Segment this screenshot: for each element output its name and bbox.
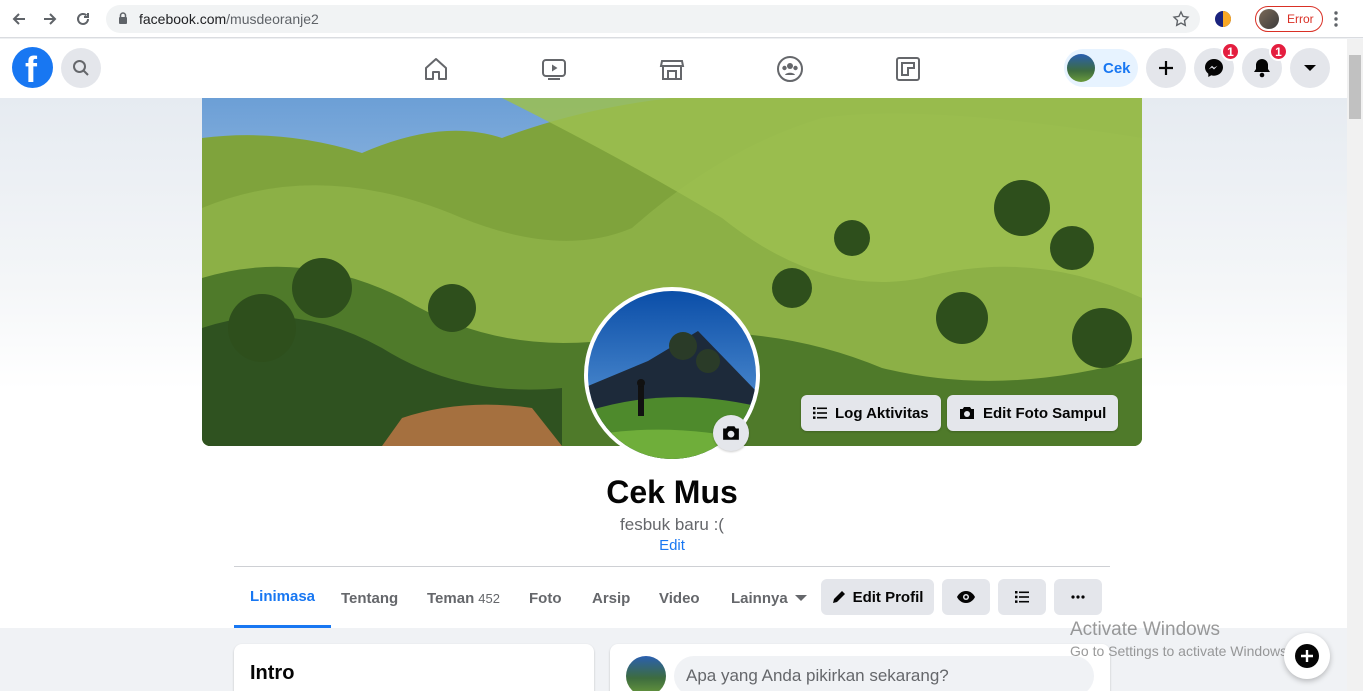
new-message-button[interactable] (1284, 633, 1330, 679)
eye-icon (957, 591, 975, 603)
account-menu-button[interactable] (1290, 48, 1330, 88)
edit-cover-label: Edit Foto Sampul (983, 404, 1107, 422)
profile-name: Cek Mus (606, 474, 738, 510)
edit-cover-button[interactable]: Edit Foto Sampul (947, 395, 1119, 431)
messenger-button[interactable]: 1 (1194, 42, 1240, 88)
edit-profile-label: Edit Profil (852, 588, 924, 606)
change-profile-picture-button[interactable] (713, 415, 749, 451)
tab-video[interactable]: Video (659, 568, 700, 628)
notifications-badge: 1 (1269, 42, 1288, 61)
tab-label: Lainnya (731, 589, 788, 607)
list-icon (1015, 591, 1029, 603)
reload-icon[interactable] (73, 9, 93, 29)
groups-icon[interactable] (776, 55, 804, 83)
ellipsis-icon (1071, 595, 1085, 599)
bookmark-star-icon[interactable] (1172, 10, 1190, 33)
home-icon[interactable] (422, 55, 450, 83)
activate-windows-title: Activate Windows (1070, 619, 1220, 640)
status-input[interactable]: Apa yang Anda pikirkan sekarang? (674, 656, 1094, 691)
post-composer: Apa yang Anda pikirkan sekarang? (610, 644, 1110, 691)
activity-log-button[interactable]: Log Aktivitas (801, 395, 941, 431)
url-domain: facebook.com (139, 11, 227, 27)
marketplace-icon[interactable] (658, 55, 686, 83)
activity-log-label: Log Aktivitas (835, 404, 929, 422)
browser-menu-icon[interactable] (1334, 10, 1338, 33)
bell-icon (1254, 59, 1270, 78)
more-options-button[interactable] (1054, 579, 1102, 615)
messenger-icon (1205, 59, 1223, 77)
notifications-button[interactable]: 1 (1242, 42, 1288, 88)
friends-count: 452 (478, 590, 500, 606)
address-bar[interactable]: facebook.com/musdeoranje2 (106, 5, 1200, 33)
facebook-top-nav: f Cek 1 1 (0, 39, 1347, 98)
tab-label: Linimasa (250, 588, 316, 605)
facebook-logo-icon[interactable]: f (12, 47, 53, 90)
url-path: /musdeoranje2 (226, 11, 319, 27)
new-message-icon (1295, 644, 1319, 668)
tab-friends[interactable]: Teman 452 (427, 568, 500, 628)
lock-icon (118, 12, 128, 30)
pencil-icon (832, 591, 845, 603)
tab-label: Tentang (341, 589, 399, 607)
tab-label: Video (659, 589, 700, 607)
tab-about[interactable]: Tentang (341, 568, 398, 628)
edit-bio-link[interactable]: Edit (0, 537, 1344, 554)
header-divider (234, 566, 1110, 567)
caret-down-icon (794, 595, 807, 601)
avatar (626, 656, 666, 691)
camera-icon (723, 426, 739, 440)
avatar (1067, 54, 1095, 82)
profile-shortcut[interactable]: Cek (1064, 49, 1138, 87)
profile-status-text: Error (1287, 12, 1314, 26)
forward-icon[interactable] (40, 9, 60, 29)
activity-log-list-button[interactable] (998, 579, 1046, 615)
page-scrollbar[interactable] (1347, 39, 1363, 691)
list-icon (813, 407, 827, 419)
create-button[interactable] (1146, 48, 1186, 88)
caret-down-icon (1304, 65, 1316, 71)
browser-profile-button[interactable]: Error (1255, 6, 1323, 32)
search-icon (73, 60, 89, 76)
camera-icon (960, 407, 974, 419)
tab-label: Teman (427, 589, 475, 607)
scrollbar-thumb[interactable] (1349, 55, 1361, 119)
intro-card: Intro (234, 644, 594, 691)
messenger-badge: 1 (1221, 42, 1240, 61)
profile-shortcut-name: Cek (1103, 59, 1131, 77)
extension-icon[interactable] (1213, 9, 1233, 29)
profile-bio: fesbuk baru :( (620, 515, 724, 534)
browser-toolbar: facebook.com/musdeoranje2 Error (0, 0, 1363, 38)
intro-title: Intro (250, 662, 295, 684)
gaming-icon[interactable] (894, 55, 922, 83)
url-text: facebook.com/musdeoranje2 (139, 11, 319, 27)
tab-more[interactable]: Lainnya (731, 568, 807, 628)
search-button[interactable] (61, 48, 101, 88)
watch-icon[interactable] (540, 55, 568, 83)
edit-profile-button[interactable]: Edit Profil (821, 579, 934, 615)
tab-label: Arsip (592, 589, 631, 607)
activate-windows-subtitle: Go to Settings to activate Windows. (1070, 643, 1291, 659)
browser-profile-avatar (1259, 9, 1279, 29)
view-as-button[interactable] (942, 579, 990, 615)
tab-archive[interactable]: Arsip (592, 568, 630, 628)
tab-timeline[interactable]: Linimasa (234, 568, 332, 628)
back-icon[interactable] (9, 9, 29, 29)
plus-icon (1159, 61, 1173, 75)
tab-photos[interactable]: Foto (529, 568, 561, 628)
tab-label: Foto (529, 589, 562, 607)
